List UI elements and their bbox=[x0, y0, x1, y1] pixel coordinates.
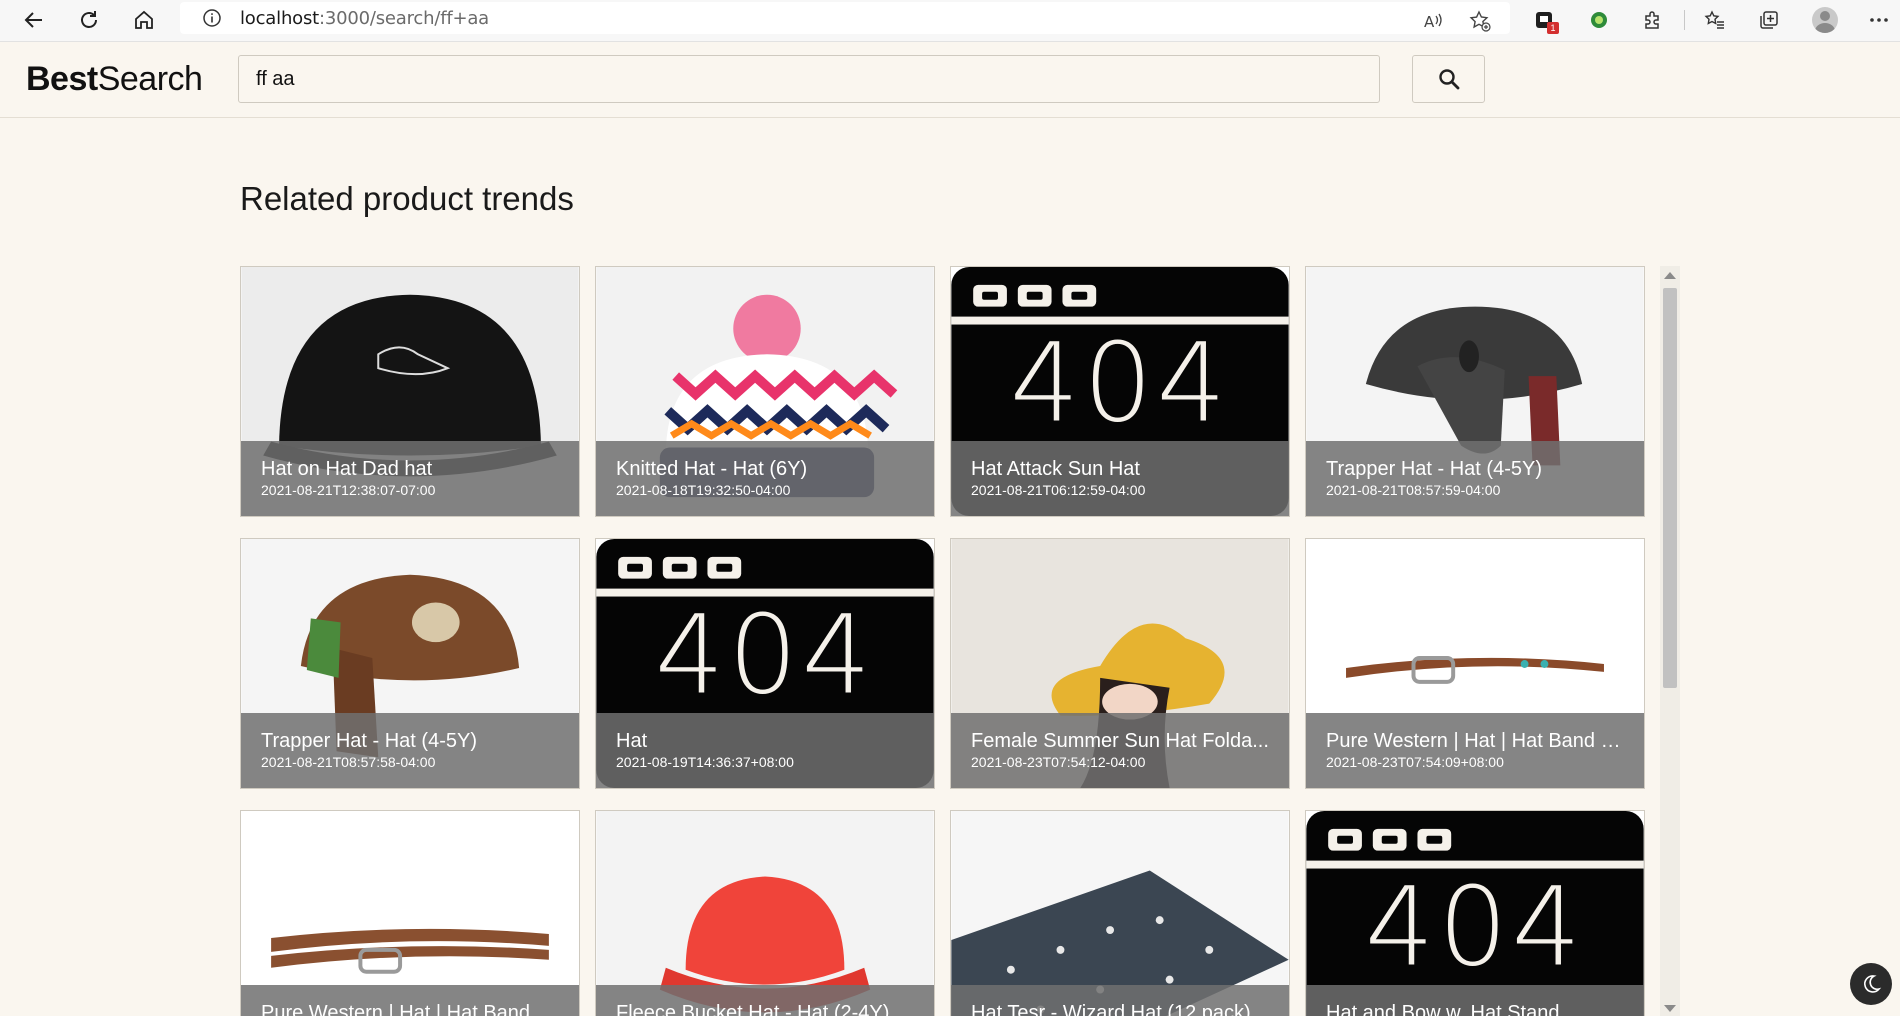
address-url: localhost:3000/search/ff+aa bbox=[240, 8, 490, 29]
search-icon bbox=[1438, 69, 1459, 90]
logo[interactable]: BestSearch bbox=[26, 60, 203, 99]
product-title: Pure Western | Hat | Hat Band | ... bbox=[261, 1002, 559, 1016]
browser-toolbar: localhost:3000/search/ff+aa A 1 bbox=[0, 0, 1900, 42]
product-caption: Pure Western | Hat | Hat Band | ... 2021… bbox=[1306, 713, 1644, 788]
product-caption: Female Summer Sun Hat Folda... 2021-08-2… bbox=[951, 713, 1289, 788]
scrollbar[interactable] bbox=[1660, 266, 1680, 1016]
product-title: Hat Attack Sun Hat bbox=[971, 458, 1140, 480]
extension-badge: 1 bbox=[1547, 22, 1559, 34]
dark-mode-toggle[interactable] bbox=[1850, 963, 1892, 1005]
product-caption: Hat on Hat Dad hat 2021-08-21T12:38:07-0… bbox=[241, 441, 579, 516]
product-caption: Hat and Bow w. Hat Stand bbox=[1306, 985, 1644, 1016]
product-caption: Hat Tesr - Wizard Hat (12 pack) bbox=[951, 985, 1289, 1016]
product-card[interactable]: Knitted Hat - Hat (6Y) 2021-08-18T19:32:… bbox=[595, 266, 935, 517]
product-caption: Hat 2021-08-19T14:36:37+08:00 bbox=[596, 713, 934, 788]
product-date: 2021-08-23T07:54:09+08:00 bbox=[1326, 754, 1504, 770]
svg-text:A: A bbox=[1424, 13, 1435, 31]
moon-icon bbox=[1864, 975, 1882, 993]
scroll-down-arrow[interactable] bbox=[1664, 1005, 1676, 1012]
avatar-icon bbox=[1812, 7, 1838, 33]
extension-icon-dark[interactable]: 1 bbox=[1527, 4, 1561, 36]
product-date: 2021-08-23T07:54:12-04:00 bbox=[971, 754, 1146, 770]
svg-text:404: 404 bbox=[1010, 320, 1230, 447]
profile-avatar[interactable] bbox=[1808, 4, 1842, 36]
product-card[interactable]: Trapper Hat - Hat (4-5Y) 2021-08-21T08:5… bbox=[240, 538, 580, 789]
product-date: 2021-08-21T08:57:59-04:00 bbox=[1326, 482, 1501, 498]
extensions-puzzle-icon[interactable] bbox=[1636, 4, 1670, 36]
product-card[interactable]: Hat on Hat Dad hat 2021-08-21T12:38:07-0… bbox=[240, 266, 580, 517]
product-caption: Pure Western | Hat | Hat Band | ... bbox=[241, 985, 579, 1016]
scroll-up-arrow[interactable] bbox=[1664, 272, 1676, 279]
read-aloud-icon[interactable]: A bbox=[1418, 6, 1448, 36]
product-card[interactable]: Pure Western | Hat | Hat Band | ... bbox=[240, 810, 580, 1016]
product-title: Hat on Hat Dad hat bbox=[261, 458, 433, 480]
product-card[interactable]: Hat Tesr - Wizard Hat (12 pack) bbox=[950, 810, 1290, 1016]
toolbar-divider bbox=[1684, 10, 1685, 30]
product-date: 2021-08-21T12:38:07-07:00 bbox=[261, 482, 436, 498]
product-title: Hat bbox=[616, 730, 648, 752]
product-grid: Hat on Hat Dad hat 2021-08-21T12:38:07-0… bbox=[240, 266, 1680, 1016]
info-icon[interactable] bbox=[202, 8, 222, 33]
product-caption: Hat Attack Sun Hat 2021-08-21T06:12:59-0… bbox=[951, 441, 1289, 516]
add-favorite-icon[interactable] bbox=[1465, 6, 1495, 36]
reload-icon[interactable] bbox=[73, 4, 105, 36]
product-title: Hat and Bow w. Hat Stand bbox=[1326, 1002, 1560, 1016]
scrollbar-thumb[interactable] bbox=[1663, 288, 1677, 688]
product-title: Trapper Hat - Hat (4-5Y) bbox=[261, 730, 477, 752]
product-card[interactable]: 404 Hat 2021-08-19T14:36:37+08:00 bbox=[595, 538, 935, 789]
product-title: Fleece Bucket Hat - Hat (2-4Y) bbox=[616, 1002, 890, 1016]
product-caption: Fleece Bucket Hat - Hat (2-4Y) bbox=[596, 985, 934, 1016]
product-card[interactable]: 404 Hat Attack Sun Hat 2021-08-21T06:12:… bbox=[950, 266, 1290, 517]
extension-icon-green[interactable] bbox=[1582, 4, 1616, 36]
svg-text:404: 404 bbox=[1365, 864, 1585, 991]
svg-text:404: 404 bbox=[655, 592, 875, 719]
product-date: 2021-08-18T19:32:50-04:00 bbox=[616, 482, 791, 498]
product-caption: Trapper Hat - Hat (4-5Y) 2021-08-21T08:5… bbox=[1306, 441, 1644, 516]
product-date: 2021-08-19T14:36:37+08:00 bbox=[616, 754, 794, 770]
product-card[interactable]: Fleece Bucket Hat - Hat (2-4Y) bbox=[595, 810, 935, 1016]
search-input[interactable] bbox=[238, 55, 1380, 103]
product-card[interactable]: Female Summer Sun Hat Folda... 2021-08-2… bbox=[950, 538, 1290, 789]
favorites-icon[interactable] bbox=[1698, 4, 1732, 36]
product-caption: Knitted Hat - Hat (6Y) 2021-08-18T19:32:… bbox=[596, 441, 934, 516]
product-card[interactable]: Trapper Hat - Hat (4-5Y) 2021-08-21T08:5… bbox=[1305, 266, 1645, 517]
product-card[interactable]: Pure Western | Hat | Hat Band | ... 2021… bbox=[1305, 538, 1645, 789]
page-heading: Related product trends bbox=[240, 180, 574, 217]
product-grid-scroll[interactable]: Hat on Hat Dad hat 2021-08-21T12:38:07-0… bbox=[240, 266, 1680, 1016]
address-bar[interactable]: localhost:3000/search/ff+aa A bbox=[180, 2, 1510, 34]
app-header: BestSearch bbox=[0, 42, 1900, 118]
product-title: Trapper Hat - Hat (4-5Y) bbox=[1326, 458, 1542, 480]
product-title: Female Summer Sun Hat Folda... bbox=[971, 730, 1269, 752]
product-caption: Trapper Hat - Hat (4-5Y) 2021-08-21T08:5… bbox=[241, 713, 579, 788]
back-icon[interactable] bbox=[18, 4, 50, 36]
more-menu-icon[interactable] bbox=[1862, 4, 1896, 36]
home-icon[interactable] bbox=[128, 4, 160, 36]
product-title: Hat Tesr - Wizard Hat (12 pack) bbox=[971, 1002, 1251, 1016]
collections-icon[interactable] bbox=[1752, 4, 1786, 36]
product-date: 2021-08-21T06:12:59-04:00 bbox=[971, 482, 1146, 498]
product-date: 2021-08-21T08:57:58-04:00 bbox=[261, 754, 436, 770]
product-card[interactable]: 404 Hat and Bow w. Hat Stand bbox=[1305, 810, 1645, 1016]
product-title: Pure Western | Hat | Hat Band | ... bbox=[1326, 730, 1624, 752]
product-title: Knitted Hat - Hat (6Y) bbox=[616, 458, 808, 480]
search-button[interactable] bbox=[1412, 55, 1485, 103]
